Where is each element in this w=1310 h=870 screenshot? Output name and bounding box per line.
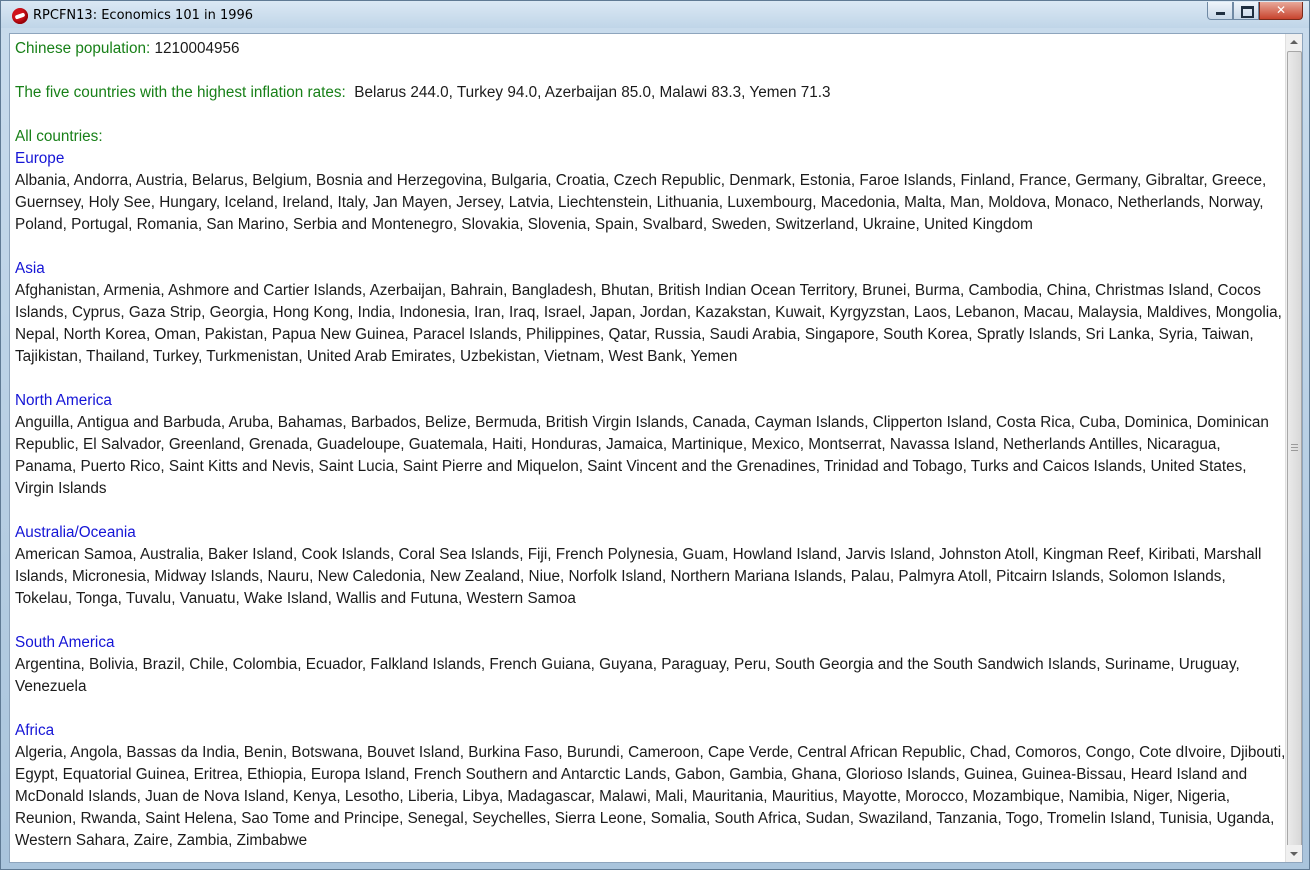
population-line: Chinese population: 1210004956: [15, 38, 1286, 60]
arrow-up-icon: [1290, 40, 1298, 44]
maximize-button[interactable]: [1233, 2, 1259, 20]
region-countries-africa: Algeria, Angola, Bassas da India, Benin,…: [15, 744, 1286, 849]
title-bar[interactable]: RPCFN13: Economics 101 in 1996 ✕: [1, 1, 1309, 28]
region-heading-africa: Africa: [15, 722, 55, 739]
inflation-label: The five countries with the highest infl…: [15, 84, 346, 101]
arrow-down-icon: [1290, 852, 1298, 856]
scroll-up-button[interactable]: [1286, 34, 1302, 51]
region-countries-north-america: Anguilla, Antigua and Barbuda, Aruba, Ba…: [15, 414, 1269, 497]
app-window: RPCFN13: Economics 101 in 1996 ✕ Chinese…: [0, 0, 1310, 870]
population-value: 1210004956: [154, 40, 240, 57]
window-title: RPCFN13: Economics 101 in 1996: [33, 8, 254, 23]
scrollbar-thumb[interactable]: [1287, 51, 1302, 847]
maximize-icon: [1241, 6, 1254, 18]
all-countries-label: All countries:: [15, 128, 103, 145]
region-countries-europe: Albania, Andorra, Austria, Belarus, Belg…: [15, 172, 1267, 233]
window-controls: ✕: [1207, 2, 1303, 21]
region-heading-asia: Asia: [15, 260, 45, 277]
ruby-app-icon[interactable]: [12, 8, 28, 24]
minimize-button[interactable]: [1207, 2, 1233, 20]
region-heading-north-america: North America: [15, 392, 112, 409]
close-button[interactable]: ✕: [1259, 2, 1303, 20]
region-countries-south-america: Argentina, Bolivia, Brazil, Chile, Colom…: [15, 656, 1240, 695]
region-heading-australia-oceania: Australia/Oceania: [15, 524, 136, 541]
close-icon: ✕: [1275, 3, 1287, 17]
region-countries-asia: Afghanistan, Armenia, Ashmore and Cartie…: [15, 282, 1282, 365]
population-label: Chinese population:: [15, 40, 151, 57]
grip-icon: [1291, 444, 1298, 451]
region-countries-australia-oceania: American Samoa, Australia, Baker Island,…: [15, 546, 1262, 607]
vertical-scrollbar[interactable]: [1285, 34, 1302, 862]
text-output-area[interactable]: Chinese population: 1210004956 The five …: [9, 33, 1303, 863]
scroll-down-button[interactable]: [1286, 845, 1302, 862]
report-content: Chinese population: 1210004956 The five …: [10, 34, 1286, 862]
inflation-line: The five countries with the highest infl…: [15, 82, 1286, 104]
minimize-icon: [1216, 12, 1225, 15]
inflation-value: Belarus 244.0, Turkey 94.0, Azerbaijan 8…: [354, 84, 831, 101]
region-heading-europe: Europe: [15, 150, 65, 167]
region-heading-south-america: South America: [15, 634, 115, 651]
